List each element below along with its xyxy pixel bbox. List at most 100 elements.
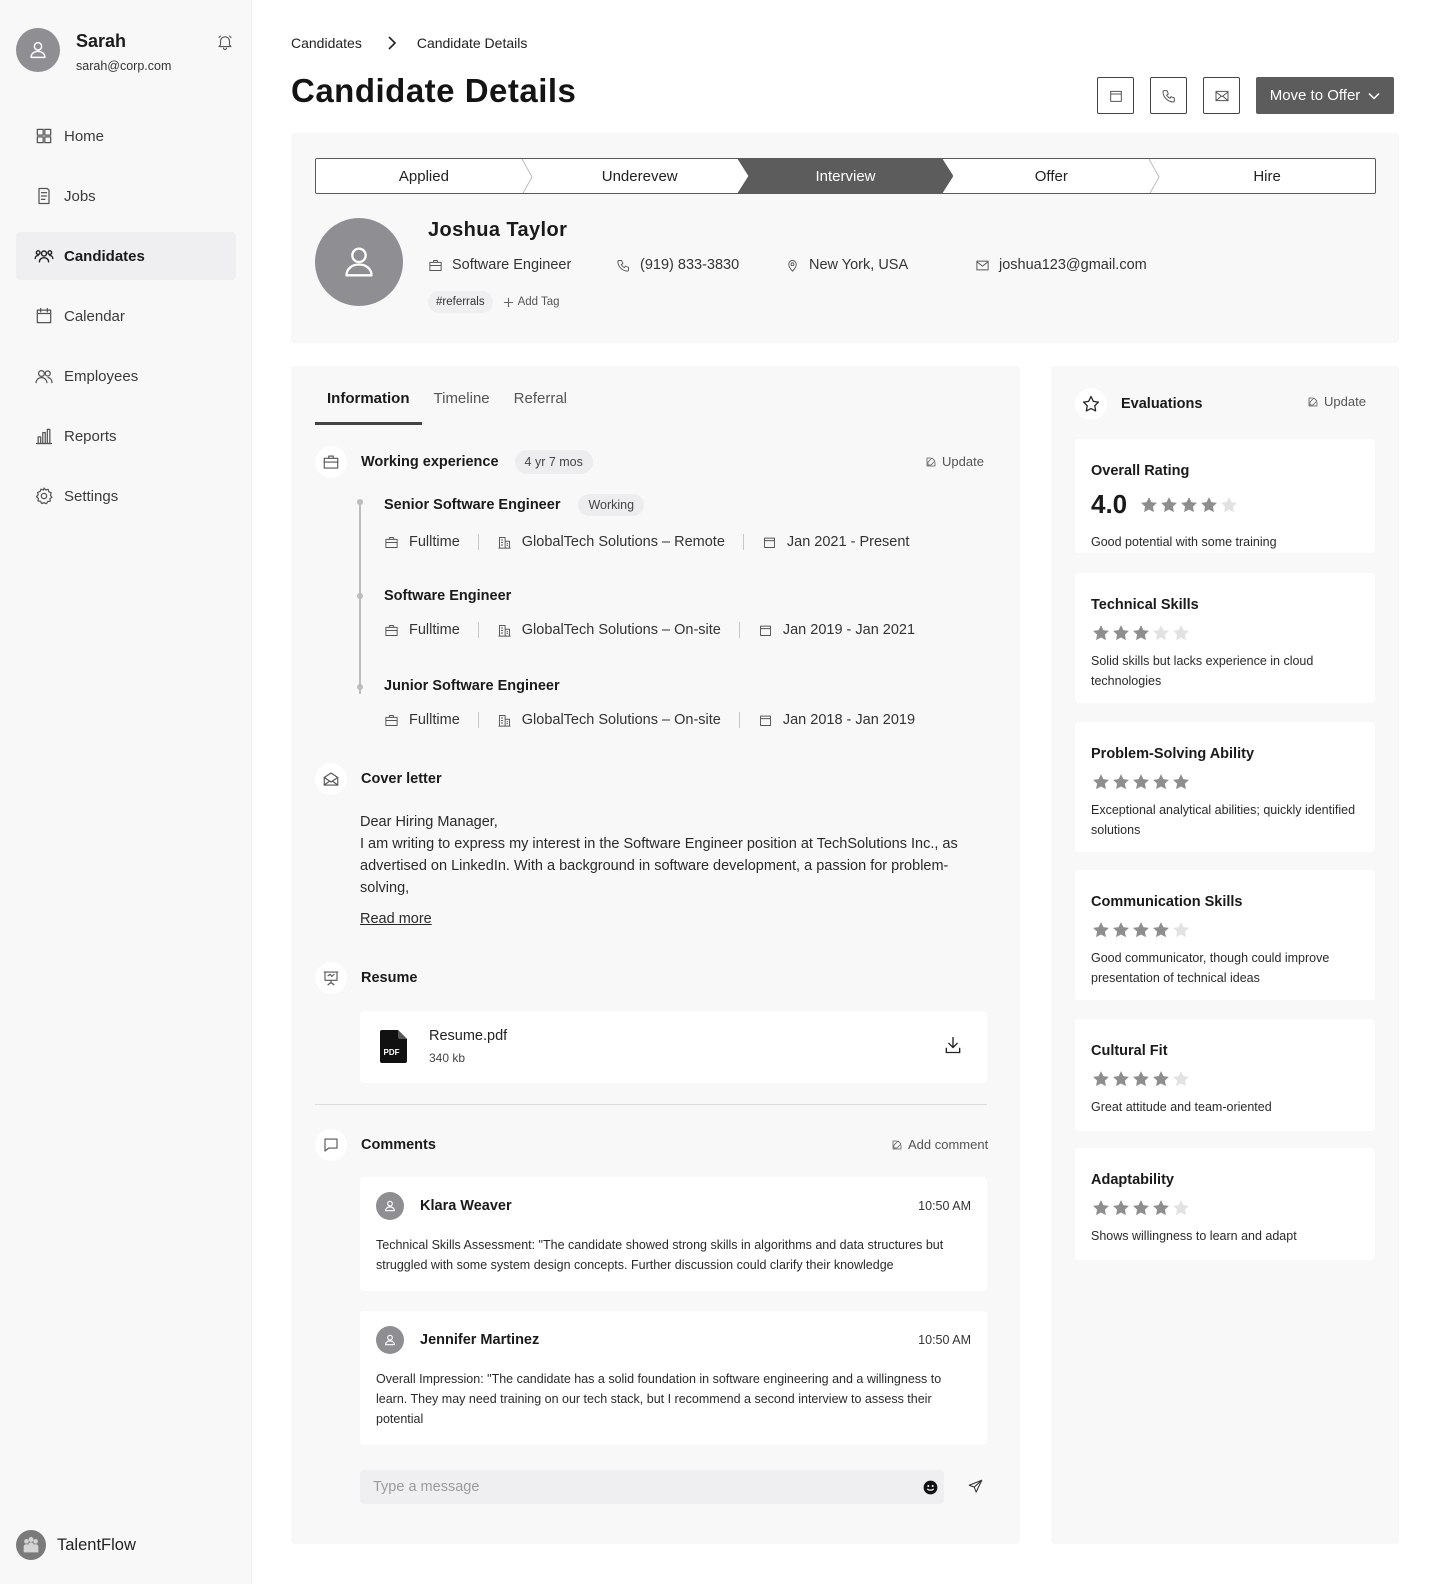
user-name: Sarah [76,31,127,51]
divider [738,712,740,728]
breadcrumb-parent[interactable]: Candidates [291,35,362,51]
stage-hire[interactable]: Hire [1159,159,1375,193]
edit-icon [892,1140,902,1149]
breadcrumb-current: Candidate Details [416,35,528,51]
move-to-offer-button[interactable]: Move to Offer [1256,77,1394,114]
pipeline-stages: Applied Underevew Interview Offer Hire [315,158,1376,194]
star-empty-icon [1173,625,1189,641]
comment-author: Jennifer Martinez [420,1332,540,1348]
nav-item-settings[interactable]: Settings [16,472,236,520]
job-company: GlobalTech Solutions – On-site [521,712,721,728]
star-filled-icon [1141,496,1158,512]
tab-timeline[interactable]: Timeline [422,386,502,425]
download-button[interactable] [943,1035,963,1055]
send-icon [968,1479,983,1493]
stage-label: Interview [815,167,876,185]
nav-item-reports[interactable]: Reports [16,412,236,460]
add-comment-button[interactable]: Add comment [891,1137,988,1152]
evaluations-update-label: Update [1324,394,1366,409]
pdf-file-icon: PDF [380,1030,407,1063]
information-panel: Information Timeline Referral Working ex… [291,366,1020,1544]
schedule-button[interactable] [1097,77,1134,114]
experience-update-label: Update [942,454,984,469]
star-filled-icon [1133,774,1149,790]
add-tag-button[interactable]: Add Tag [503,296,560,308]
candidate-phone[interactable]: (919) 833-3830 [616,257,739,273]
commenter-avatar [376,1326,404,1354]
building-icon [498,624,511,637]
calendar-icon [36,307,52,324]
star-empty-icon [1173,922,1189,938]
read-more-link[interactable]: Read more [360,911,432,927]
star-filled-icon [1153,922,1169,938]
download-icon [945,1036,961,1054]
send-button[interactable] [968,1479,983,1494]
call-button[interactable] [1150,77,1187,114]
candidate-role-text: Software Engineer [452,257,572,273]
detail-tabs: Information Timeline Referral [315,386,579,425]
notification-button[interactable] [216,33,234,51]
emoji-icon [923,1480,938,1495]
star-filled-icon [1161,496,1178,512]
file-size: 340 kb [429,1051,466,1065]
nav-item-employees[interactable]: Employees [16,352,236,400]
timeline-dot [357,593,363,599]
edit-icon [926,457,936,466]
experience-update-button[interactable]: Update [925,454,984,469]
rating-title: Adaptability [1091,1172,1174,1188]
stage-label: Offer [1034,167,1068,185]
star-empty-icon [1153,625,1169,641]
candidate-email[interactable]: joshua123@gmail.com [975,257,1147,273]
stage-offer[interactable]: Offer [943,159,1160,193]
nav-item-candidates[interactable]: Candidates [16,232,236,280]
briefcase-icon [385,714,398,726]
nav-item-calendar[interactable]: Calendar [16,292,236,340]
bar-chart-icon [35,428,53,445]
experience-header: Working experience 4 yr 7 mos [315,446,593,478]
stage-underreview[interactable]: Underevew [532,159,748,193]
stage-interview[interactable]: Interview [737,159,954,193]
tag-chip[interactable]: #referrals [428,291,493,313]
resume-title: Resume [361,970,418,986]
grid-icon [36,128,52,144]
rating-description: Shows willingness to learn and adapt [1091,1229,1297,1243]
rating-description: Great attitude and team-oriented [1091,1100,1272,1114]
job-type: Fulltime [409,622,460,638]
resume-file-card[interactable]: PDF Resume.pdf 340 kb [360,1011,987,1083]
evaluation-card: Technical Skills Solid skills but lacks … [1075,573,1375,703]
emoji-button[interactable] [923,1480,938,1495]
nav-item-jobs[interactable]: Jobs [16,172,236,220]
bell-icon [218,35,232,50]
star-filled-icon [1181,496,1198,512]
evaluation-card: Adaptability Shows willingness to learn … [1075,1148,1375,1260]
breadcrumb: Candidates Candidate Details [291,35,527,51]
candidate-avatar [315,218,403,306]
nav-item-home[interactable]: Home [16,112,236,160]
stage-label: Underevew [601,167,678,185]
star-rating [1091,1069,1191,1089]
star-icon [1075,388,1107,420]
divider [477,712,479,728]
evaluations-header: Evaluations [1075,388,1202,420]
tab-referral[interactable]: Referral [502,386,579,425]
people-icon [35,369,53,384]
evaluations-update-button[interactable]: Update [1307,394,1366,409]
star-filled-icon [1133,1071,1149,1087]
stage-label: Hire [1253,167,1281,185]
sidebar: Sarah sarah@corp.com Home Jobs Candidate… [0,0,252,1584]
star-filled-icon [1153,1200,1169,1216]
star-rating [1091,772,1191,792]
overall-score: 4.0 [1091,489,1128,519]
rating-description: Good communicator, though could improve … [1091,951,1330,985]
comment-time: 10:50 AM [918,1199,971,1213]
rating-description: Exceptional analytical abilities; quickl… [1091,803,1356,837]
user-profile[interactable]: Sarah sarah@corp.com [16,28,238,74]
section-divider [315,1104,987,1105]
email-button[interactable] [1203,77,1240,114]
mail-icon [1215,90,1228,101]
stage-applied[interactable]: Applied [316,159,533,193]
calendar-icon [759,625,771,636]
user-avatar[interactable] [16,28,60,72]
message-input[interactable] [360,1470,944,1504]
tab-information[interactable]: Information [315,386,422,425]
